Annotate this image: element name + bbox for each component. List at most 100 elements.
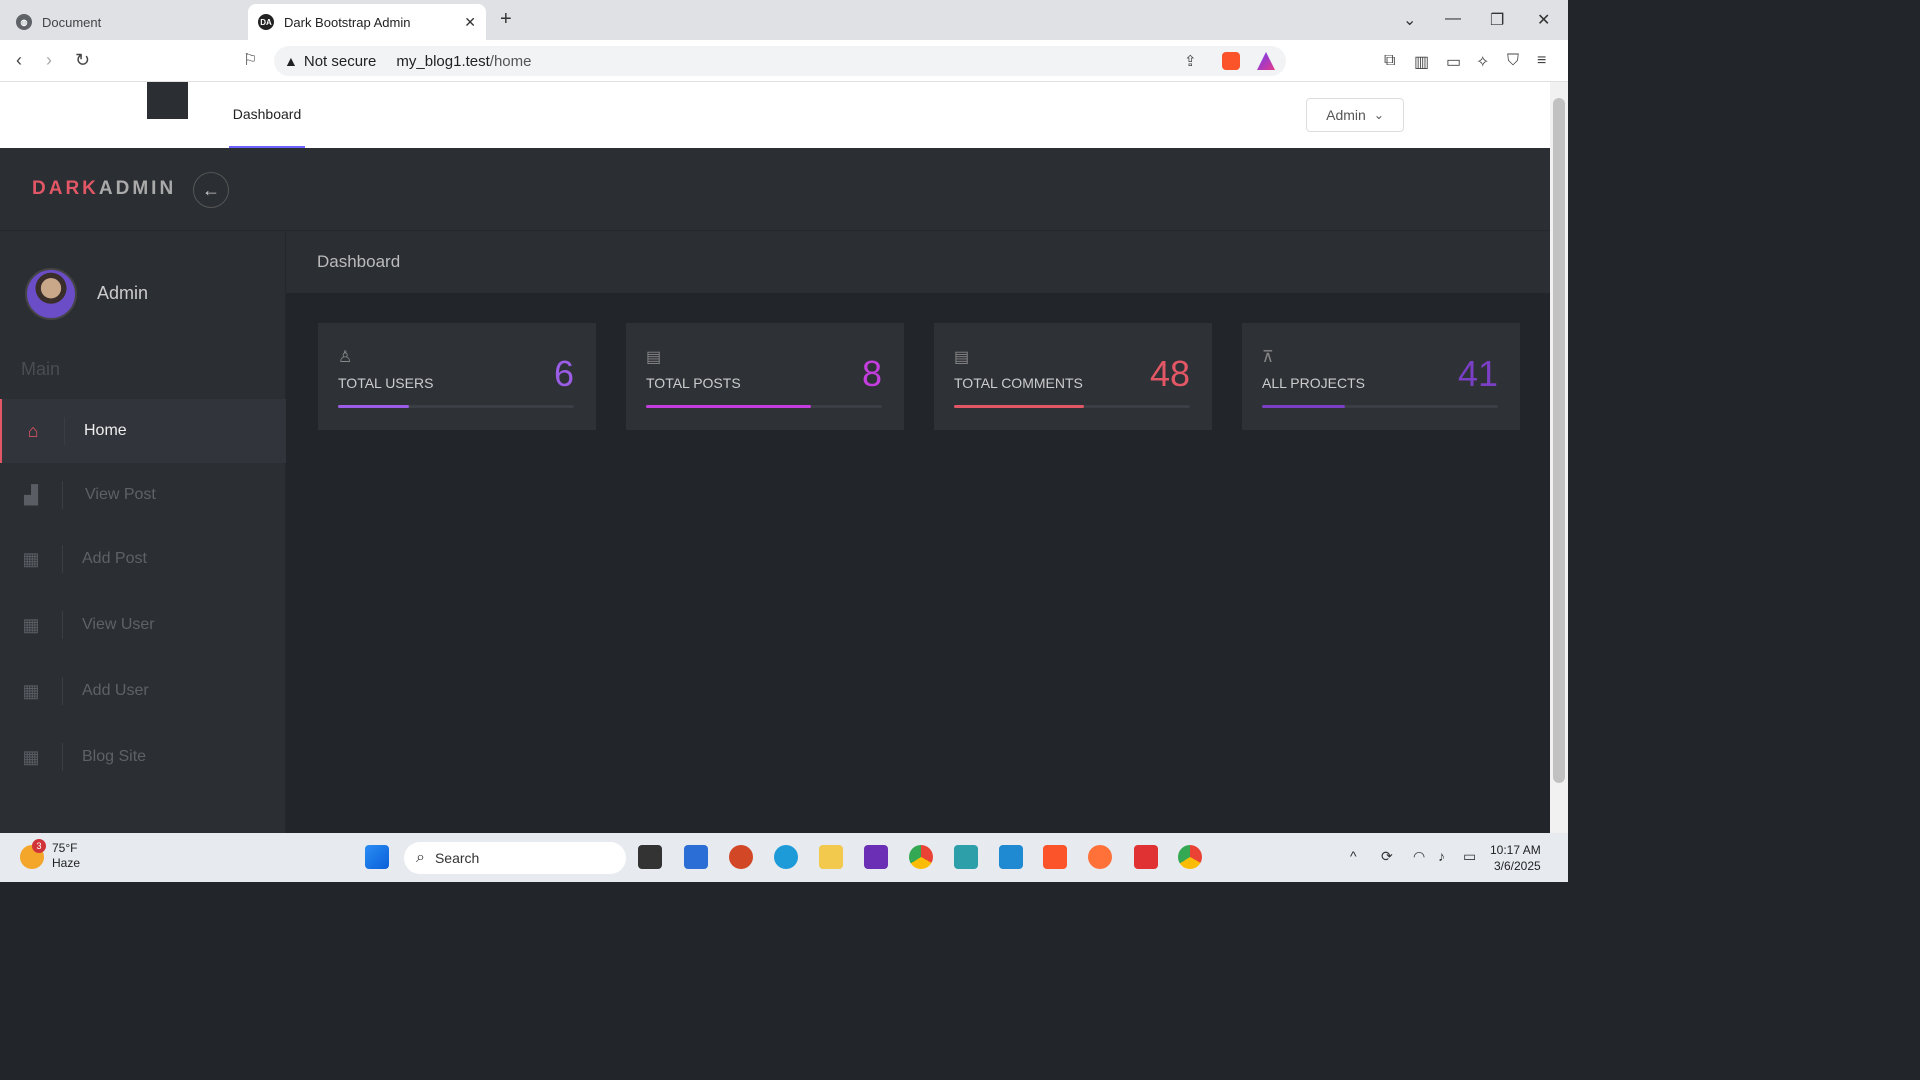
brave-rewards-icon[interactable] (1257, 52, 1275, 70)
user-icon: ♙ (338, 349, 353, 366)
vscode-icon[interactable] (999, 845, 1023, 869)
chrome-profile-icon[interactable] (1178, 845, 1202, 869)
stat-value: 48 (1149, 353, 1190, 394)
chrome-icon[interactable] (909, 845, 933, 869)
restore-button[interactable]: ❐ (1490, 10, 1504, 30)
main-content: Dashboard ♙ TOTAL USERS 6 ▤ TOTAL POSTS … (286, 231, 1550, 833)
stat-label: TOTAL COMMENTS (954, 375, 1083, 391)
progress-fill (954, 405, 1084, 408)
page-header: Dashboard Admin ⌄ (0, 82, 1550, 148)
divider (62, 481, 63, 509)
volume-icon[interactable]: ♪ (1438, 848, 1445, 864)
battery-icon[interactable]: ▭ (1463, 848, 1476, 865)
sidebar-item-blog-site[interactable]: ▦ Blog Site (0, 725, 286, 789)
sidebar-item-view-user[interactable]: ▦ View User (0, 593, 286, 657)
sidebar-icon[interactable]: ▥ (1414, 52, 1429, 72)
brave-icon[interactable] (1043, 845, 1067, 869)
divider (64, 417, 65, 445)
chevron-up-icon[interactable]: ^ (1350, 848, 1357, 864)
new-tab-button[interactable]: + (500, 8, 512, 31)
file-explorer-icon[interactable] (819, 845, 843, 869)
clock[interactable]: 10:17 AM 3/6/2025 (1490, 842, 1541, 874)
share-icon[interactable]: ⇪ (1184, 52, 1202, 70)
leo-ai-icon[interactable]: ✧ (1476, 52, 1489, 72)
vpn-icon[interactable]: ⛉ (1507, 52, 1519, 70)
browser-tab-bar: ◍ Document DA Dark Bootstrap Admin ✕ + ⌄… (0, 0, 1568, 40)
tab-document[interactable]: ◍ Document (8, 4, 244, 40)
document-icon: ▤ (646, 349, 662, 366)
taskbar-search[interactable]: ⌕ Search (404, 842, 626, 874)
tab-search-icon[interactable]: ⌄ (1403, 10, 1416, 30)
extensions-icon[interactable]: ⧉ (1384, 52, 1395, 70)
sidebar-toggle-button[interactable]: ← (193, 172, 229, 208)
url-text: my_blog1.test/home (396, 53, 531, 70)
stat-label: TOTAL USERS (338, 375, 434, 391)
sidebar-user-name: Admin (97, 283, 149, 303)
wallet-icon[interactable]: ▭ (1446, 52, 1461, 72)
chevron-down-icon: ⌄ (1373, 108, 1384, 122)
brave-shield-icon[interactable] (1222, 52, 1240, 70)
bookmark-icon[interactable]: ⚐ (243, 50, 257, 70)
divider (62, 743, 63, 771)
app-h-icon[interactable] (1134, 845, 1158, 869)
brand-part-2: ADMIN (98, 178, 177, 199)
grid-icon: ▦ (22, 746, 40, 767)
task-view-icon[interactable] (638, 845, 662, 869)
tab-dark-bootstrap-admin[interactable]: DA Dark Bootstrap Admin ✕ (248, 4, 486, 40)
stat-card-total-posts[interactable]: ▤ TOTAL POSTS 8 (626, 323, 904, 430)
stat-card-all-projects[interactable]: ⊼ ALL PROJECTS 41 (1242, 323, 1520, 430)
stat-value: 8 (861, 353, 882, 394)
stat-card-total-users[interactable]: ♙ TOTAL USERS 6 (318, 323, 596, 430)
brand-logo[interactable]: DARKADMIN (32, 178, 176, 200)
sidebar-item-label: View User (82, 616, 155, 633)
sync-icon[interactable]: ⟳ (1381, 848, 1393, 865)
minimize-button[interactable]: — (1445, 10, 1461, 28)
admin-dropdown-label: Admin (1326, 107, 1366, 123)
projector-icon: ⊼ (1262, 349, 1274, 366)
sidebar-section-heading: Main (21, 359, 61, 379)
globe-icon: ◍ (16, 14, 32, 30)
url-host: my_blog1.test (396, 52, 490, 70)
sidebar-item-add-user[interactable]: ▦ Add User (0, 659, 286, 723)
arrow-left-icon: ← (202, 179, 220, 200)
stat-label: TOTAL POSTS (646, 375, 741, 391)
grid-icon: ▦ (22, 548, 40, 569)
progress-track (338, 405, 574, 408)
scrollbar-thumb[interactable] (1553, 98, 1565, 783)
forward-icon[interactable]: › (46, 50, 52, 71)
media-icon[interactable] (864, 845, 888, 869)
sidebar-item-home[interactable]: ⌂ Home (0, 399, 286, 463)
wifi-icon[interactable]: ◠ (1413, 848, 1425, 865)
reload-icon[interactable]: ↻ (75, 50, 90, 71)
search-label: Search (434, 850, 480, 866)
nav-dashboard-link[interactable]: Dashboard (229, 82, 305, 148)
not-secure-label: Not secure (303, 52, 377, 70)
admin-dropdown[interactable]: Admin ⌄ (1306, 98, 1404, 132)
store-icon[interactable] (684, 845, 708, 869)
menu-icon[interactable]: ≡ (1537, 52, 1546, 70)
divider (62, 611, 63, 639)
stat-card-total-comments[interactable]: ▤ TOTAL COMMENTS 48 (934, 323, 1212, 430)
sidebar-item-label: View Post (85, 486, 156, 503)
back-icon[interactable]: ‹ (16, 50, 22, 71)
sidebar-item-view-post[interactable]: ▟ View Post (0, 463, 286, 527)
url-path: /home (489, 52, 532, 70)
keyboard-icon[interactable] (954, 845, 978, 869)
weather-desc: Haze (52, 856, 81, 870)
weather-badge: 3 (32, 839, 46, 853)
powerpoint-icon[interactable] (729, 845, 753, 869)
stat-value: 6 (553, 353, 574, 394)
tab-title: Document (42, 14, 102, 30)
address-bar[interactable]: ▲ Not secure my_blog1.test/home ⇪ (274, 46, 1286, 76)
admin-topbar: DARKADMIN ← (0, 148, 1550, 231)
sidebar-item-add-post[interactable]: ▦ Add Post (0, 527, 286, 591)
page-scrollbar[interactable] (1550, 82, 1568, 833)
home-icon: ⌂ (27, 420, 39, 441)
brand-part-1: DARK (32, 178, 99, 199)
close-tab-icon[interactable]: ✕ (464, 14, 476, 31)
sidebar: Admin Main ⌂ Home ▟ View Post ▦ Add Post… (0, 231, 286, 833)
start-icon[interactable] (365, 845, 389, 869)
close-window-button[interactable]: ✕ (1537, 10, 1550, 30)
edge-icon[interactable] (774, 845, 798, 869)
firefox-icon[interactable] (1088, 845, 1112, 869)
